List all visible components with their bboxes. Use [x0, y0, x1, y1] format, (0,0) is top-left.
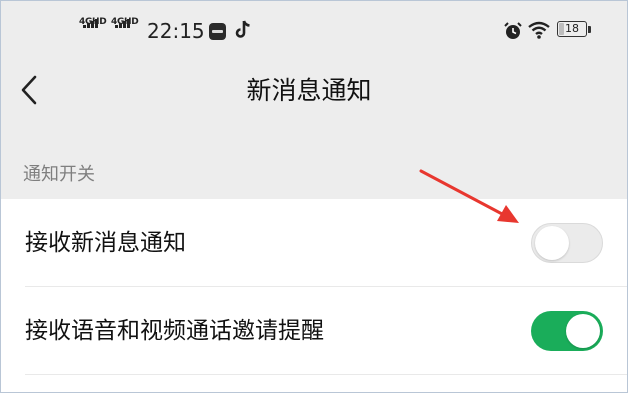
new-message-notification-toggle[interactable]: [531, 223, 603, 263]
cellular-signal-2: 4GHD: [111, 17, 141, 41]
tiktok-icon: [235, 20, 251, 44]
youku-icon: [209, 23, 226, 40]
setting-label: 接收语音和视频通话邀请提醒: [25, 318, 324, 344]
battery-level-text: 18: [565, 22, 579, 35]
alarm-icon: [503, 21, 523, 45]
phone-screen: 4GHD 4GHD 22:15: [0, 0, 628, 393]
status-bar: 4GHD 4GHD 22:15: [1, 1, 627, 61]
call-invite-reminder-toggle[interactable]: [531, 311, 603, 351]
setting-label: 接收新消息通知: [25, 230, 186, 256]
wifi-icon: [528, 21, 550, 43]
toggle-knob: [535, 226, 569, 260]
page-title: 新消息通知: [246, 76, 372, 105]
status-time: 22:15: [147, 19, 205, 43]
battery-icon: 18: [557, 21, 591, 39]
toggle-knob: [566, 314, 600, 348]
setting-row-new-message-notification[interactable]: 接收新消息通知: [1, 199, 627, 287]
divider: [25, 374, 627, 375]
cellular-signal-1: 4GHD: [79, 17, 109, 41]
setting-row-call-invite-reminder[interactable]: 接收语音和视频通话邀请提醒: [1, 287, 627, 375]
settings-list: 接收新消息通知 接收语音和视频通话邀请提醒: [1, 199, 627, 392]
section-title: 通知开关: [23, 164, 95, 185]
